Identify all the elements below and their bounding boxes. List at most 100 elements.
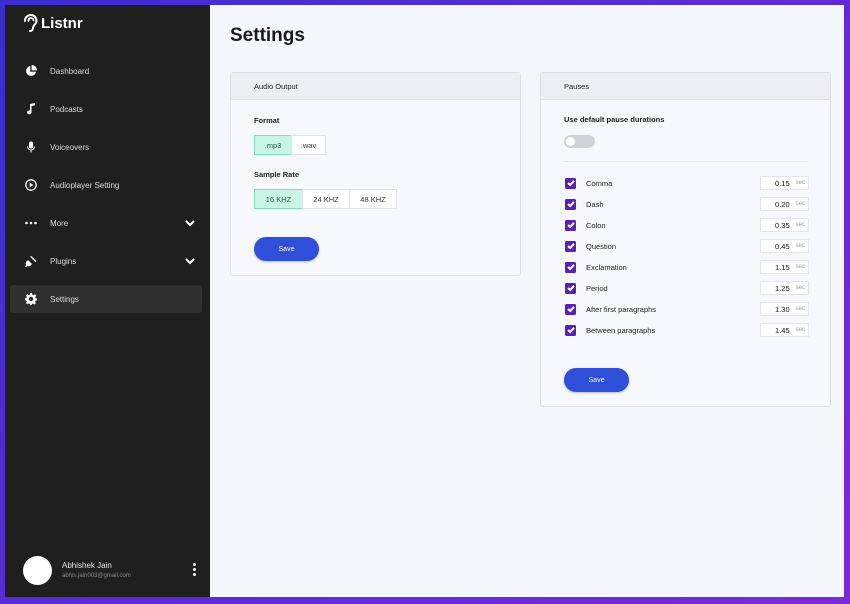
pause-label: Comma <box>586 178 613 188</box>
pause-checkbox[interactable] <box>565 303 576 315</box>
sidebar-item-settings[interactable]: Settings <box>10 285 202 313</box>
pause-value: 1.30 <box>775 304 790 314</box>
chevron-down-icon[interactable] <box>184 255 196 267</box>
pause-checkbox[interactable] <box>565 282 576 294</box>
user-profile: Abhishek Jain abhis.jain003@gmail.com <box>23 555 203 585</box>
pause-row-comma: Comma 0.15 sec <box>565 175 809 191</box>
sidebar-item-more[interactable]: More <box>10 209 202 237</box>
pauses-card: Pauses Use default pause durations Comma… <box>540 72 831 407</box>
pause-row-question: Question 0.45 sec <box>565 238 809 254</box>
pause-unit: sec <box>795 264 805 270</box>
sidebar-item-label: Voiceovers <box>50 142 90 152</box>
pause-value: 1.45 <box>775 325 790 335</box>
format-selector: .mp3 .wav <box>254 135 326 155</box>
pause-label: Period <box>586 283 608 293</box>
play-circle-icon <box>24 178 38 192</box>
pause-row-dash: Dash 0.20 sec <box>565 196 809 212</box>
divider <box>564 161 808 162</box>
sidebar-item-label: Audioplayer Setting <box>50 180 120 190</box>
pause-row-exclamation: Exclamation 1.15 sec <box>565 259 809 275</box>
sidebar-item-label: More <box>50 218 69 228</box>
sidebar-item-label: Podcasts <box>50 104 83 114</box>
format-label: Format <box>254 116 280 125</box>
pause-value-input[interactable]: 1.15 sec <box>760 260 809 274</box>
pause-unit: sec <box>795 222 805 228</box>
sidebar-item-podcasts[interactable]: Podcasts <box>10 95 202 123</box>
user-email: abhis.jain003@gmail.com <box>62 573 131 579</box>
audio-save-button[interactable]: Save <box>254 237 319 261</box>
pause-unit: sec <box>795 327 805 333</box>
default-pause-toggle[interactable] <box>564 135 595 148</box>
pie-chart-icon <box>24 64 38 78</box>
pauses-save-button[interactable]: Save <box>564 368 629 392</box>
sidebar: Listnr Dashboard Podcasts Voiceovers Aud… <box>5 5 210 597</box>
pause-value-input[interactable]: 1.25 sec <box>760 281 809 295</box>
pause-row-period: Period 1.25 sec <box>565 280 809 296</box>
more-vertical-icon[interactable] <box>193 563 197 579</box>
pause-value: 1.15 <box>775 262 790 272</box>
sample-rate-option-48khz[interactable]: 48 KHZ <box>349 189 397 209</box>
audio-output-title: Audio Output <box>231 73 520 100</box>
pause-row-after-first-paragraphs: After first paragraphs 1.30 sec <box>565 301 809 317</box>
user-name: Abhishek Jain <box>62 561 112 570</box>
plug-icon <box>24 254 38 268</box>
sample-rate-label: Sample Rate <box>254 170 300 179</box>
pause-row-colon: Colon 0.35 sec <box>565 217 809 233</box>
sidebar-item-label: Plugins <box>50 256 77 266</box>
sample-rate-option-24khz[interactable]: 24 KHZ <box>302 189 350 209</box>
pause-value: 0.45 <box>775 241 790 251</box>
pause-label: Colon <box>586 220 606 230</box>
default-pause-label: Use default pause durations <box>564 115 665 124</box>
pause-unit: sec <box>795 306 805 312</box>
pause-label: Question <box>586 241 617 251</box>
pause-label: Exclamation <box>586 262 627 272</box>
format-option-wav[interactable]: .wav <box>291 135 326 155</box>
pause-value-input[interactable]: 1.45 sec <box>760 323 809 337</box>
pause-unit: sec <box>795 285 805 291</box>
pause-value: 0.20 <box>775 199 790 209</box>
sidebar-item-dashboard[interactable]: Dashboard <box>10 57 202 85</box>
sidebar-item-voiceovers[interactable]: Voiceovers <box>10 133 202 161</box>
sidebar-item-label: Dashboard <box>50 66 90 76</box>
page-title: Settings <box>230 25 305 46</box>
app-logo[interactable]: Listnr <box>22 14 83 32</box>
main-content: Settings Audio Output Format .mp3 .wav S… <box>210 5 844 597</box>
pauses-title: Pauses <box>541 73 830 100</box>
avatar[interactable] <box>23 555 52 585</box>
pause-value-input[interactable]: 1.30 sec <box>760 302 809 316</box>
pause-checkbox[interactable] <box>565 261 576 273</box>
pause-label: Between paragraphs <box>586 325 656 335</box>
pause-value: 1.25 <box>775 283 790 293</box>
pause-label: After first paragraphs <box>586 304 657 314</box>
pause-checkbox[interactable] <box>565 240 576 252</box>
sidebar-item-audioplayer-setting[interactable]: Audioplayer Setting <box>10 171 202 199</box>
pause-label: Dash <box>586 199 604 209</box>
sample-rate-option-16khz[interactable]: 16 KHZ <box>254 189 303 209</box>
sample-rate-selector: 16 KHZ 24 KHZ 48 KHZ <box>254 189 397 209</box>
pause-checkbox[interactable] <box>565 219 576 231</box>
chevron-down-icon[interactable] <box>184 217 196 229</box>
music-note-icon <box>24 102 38 116</box>
audio-output-card: Audio Output Format .mp3 .wav Sample Rat… <box>230 72 521 276</box>
app-frame: Listnr Dashboard Podcasts Voiceovers Aud… <box>5 5 844 597</box>
pause-checkbox[interactable] <box>565 198 576 210</box>
pause-value-input[interactable]: 0.45 sec <box>760 239 809 253</box>
sidebar-item-label: Settings <box>50 294 79 304</box>
pause-value-input[interactable]: 0.35 sec <box>760 218 809 232</box>
pause-unit: sec <box>795 201 805 207</box>
more-dots-icon <box>24 216 38 230</box>
pause-value-input[interactable]: 0.20 sec <box>760 197 809 211</box>
pause-checkbox[interactable] <box>565 324 576 336</box>
sidebar-nav: Dashboard Podcasts Voiceovers Audioplaye… <box>10 57 202 323</box>
pause-row-between-paragraphs: Between paragraphs 1.45 sec <box>565 322 809 338</box>
pause-value-input[interactable]: 0.15 sec <box>760 176 809 190</box>
gear-icon <box>24 292 38 306</box>
pause-value: 0.35 <box>775 220 790 230</box>
pause-checkbox[interactable] <box>565 177 576 189</box>
pause-unit: sec <box>795 180 805 186</box>
app-name: Listnr <box>41 14 83 32</box>
ear-logo-icon <box>24 14 38 32</box>
sidebar-item-plugins[interactable]: Plugins <box>10 247 202 275</box>
pause-value: 0.15 <box>775 178 790 188</box>
format-option-mp3[interactable]: .mp3 <box>254 135 292 155</box>
